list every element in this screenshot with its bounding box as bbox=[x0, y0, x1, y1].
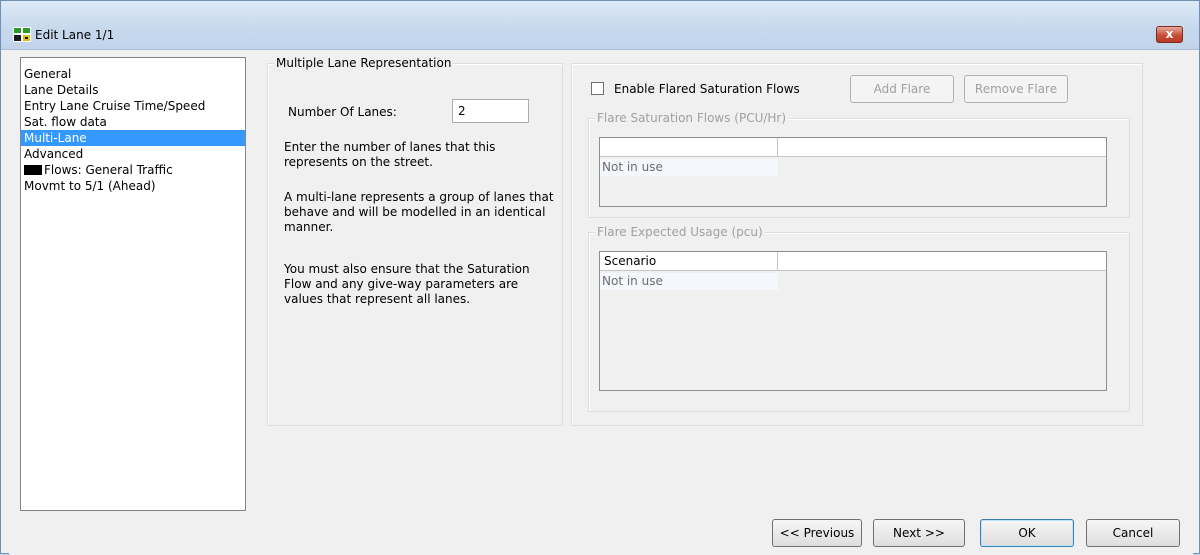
dialog-client-area: General Lane Details Entry Lane Cruise T… bbox=[9, 51, 1193, 555]
sidebar-item-general[interactable]: General bbox=[21, 66, 245, 82]
section-list[interactable]: General Lane Details Entry Lane Cruise T… bbox=[20, 57, 246, 511]
sidebar-item-advanced[interactable]: Advanced bbox=[21, 146, 245, 162]
sidebar-item-label: Lane Details bbox=[24, 83, 99, 97]
grid-cell[interactable]: Not in use bbox=[600, 273, 778, 290]
number-of-lanes-help: Enter the number of lanes that this repr… bbox=[284, 140, 496, 169]
sidebar-item-lane-details[interactable]: Lane Details bbox=[21, 82, 245, 98]
grid-column-header[interactable] bbox=[600, 138, 778, 157]
flare-sat-flows-caption: Flare Saturation Flows (PCU/Hr) bbox=[595, 111, 789, 125]
close-icon: x bbox=[1165, 27, 1174, 41]
next-button[interactable]: Next >> bbox=[873, 519, 965, 547]
flare-group: Enable Flared Saturation Flows Add Flare… bbox=[571, 63, 1143, 426]
sidebar-item-label: Multi-Lane bbox=[24, 131, 87, 145]
sidebar-item-label: Movmt to 5/1 (Ahead) bbox=[24, 179, 156, 193]
window-title: Edit Lane 1/1 bbox=[35, 28, 115, 42]
grid-column-header[interactable] bbox=[778, 252, 1108, 271]
sidebar-item-label: Entry Lane Cruise Time/Speed bbox=[24, 99, 206, 113]
sidebar-item-movement-ahead[interactable]: Movmt to 5/1 (Ahead) bbox=[21, 178, 245, 194]
flare-usage-caption: Flare Expected Usage (pcu) bbox=[595, 225, 765, 239]
title-bar[interactable]: Edit Lane 1/1 x bbox=[1, 1, 1199, 50]
add-flare-button[interactable]: Add Flare bbox=[850, 75, 954, 103]
remove-flare-button[interactable]: Remove Flare bbox=[964, 75, 1068, 103]
flare-usage-grid[interactable]: Scenario Not in use bbox=[599, 251, 1107, 391]
grid-cell[interactable]: Not in use bbox=[600, 159, 778, 176]
number-of-lanes-input[interactable]: 2 bbox=[452, 99, 529, 123]
flare-usage-group: Flare Expected Usage (pcu) Scenario Not … bbox=[588, 225, 1130, 412]
sidebar-item-multi-lane[interactable]: Multi-Lane bbox=[21, 130, 245, 146]
cancel-button[interactable]: Cancel bbox=[1086, 519, 1180, 547]
edit-lane-dialog: Edit Lane 1/1 x General Lane Details Ent… bbox=[0, 0, 1200, 555]
grid-header bbox=[600, 138, 1106, 157]
flare-sat-flows-group: Flare Saturation Flows (PCU/Hr) Not in u… bbox=[588, 111, 1130, 218]
sidebar-item-label: General bbox=[24, 67, 72, 81]
flow-color-swatch bbox=[24, 165, 42, 175]
lane-app-icon bbox=[13, 27, 31, 42]
sidebar-item-entry-lane-cruise[interactable]: Entry Lane Cruise Time/Speed bbox=[21, 98, 245, 114]
multi-lane-group-caption: Multiple Lane Representation bbox=[274, 56, 454, 70]
close-button[interactable]: x bbox=[1156, 26, 1183, 43]
sidebar-item-label: Flows: General Traffic bbox=[44, 163, 173, 177]
multi-lane-description: A multi-lane represents a group of lanes… bbox=[284, 190, 554, 234]
grid-header: Scenario bbox=[600, 252, 1106, 271]
sidebar-item-sat-flow-data[interactable]: Sat. flow data bbox=[21, 114, 245, 130]
enable-flared-label[interactable]: Enable Flared Saturation Flows bbox=[614, 82, 800, 96]
number-of-lanes-label: Number Of Lanes: bbox=[288, 105, 397, 119]
flare-sat-flows-grid[interactable]: Not in use bbox=[599, 137, 1107, 207]
enable-flared-checkbox[interactable] bbox=[591, 82, 604, 95]
previous-button[interactable]: << Previous bbox=[772, 519, 862, 547]
sidebar-item-label: Sat. flow data bbox=[24, 115, 107, 129]
sidebar-item-flows-general-traffic[interactable]: Flows: General Traffic bbox=[21, 162, 245, 178]
sidebar-item-label: Advanced bbox=[24, 147, 84, 161]
multi-lane-group: Multiple Lane Representation Number Of L… bbox=[267, 56, 563, 426]
grid-column-header[interactable]: Scenario bbox=[600, 252, 778, 271]
grid-column-header[interactable] bbox=[778, 138, 1108, 157]
ok-button[interactable]: OK bbox=[980, 519, 1074, 547]
multi-lane-warning: You must also ensure that the Saturation… bbox=[284, 262, 530, 306]
